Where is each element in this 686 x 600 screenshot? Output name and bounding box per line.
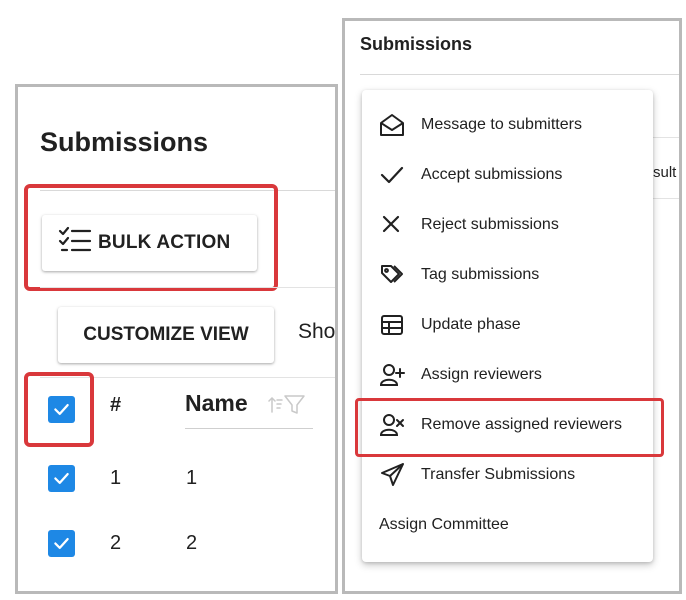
check-icon	[54, 537, 69, 550]
menu-item-transfer-submissions[interactable]: Transfer Submissions	[362, 450, 653, 500]
paper-plane-icon	[378, 461, 406, 489]
menu-item-assign-committee[interactable]: Assign Committee	[362, 500, 653, 550]
select-all-highlight	[24, 372, 94, 447]
bulk-action-highlight	[24, 184, 278, 291]
menu-item-label: Message to submitters	[421, 116, 582, 133]
close-icon	[378, 211, 406, 239]
menu-item-label: Transfer Submissions	[421, 466, 576, 483]
menu-item-label: Accept submissions	[421, 166, 563, 183]
row-name: 2	[186, 532, 198, 554]
row-number: 2	[110, 532, 122, 554]
remove-reviewers-highlight	[355, 398, 664, 457]
menu-item-label: Assign reviewers	[421, 366, 542, 383]
column-header-name[interactable]: Name	[185, 390, 248, 417]
title-divider	[360, 74, 679, 75]
tag-icon	[378, 261, 406, 289]
toolbar-divider	[40, 287, 335, 288]
left-panel: Submissions BULK ACTION CUSTOMIZE VIEW S…	[15, 84, 338, 594]
name-column-underline	[185, 428, 313, 429]
bulk-action-menu: Message to submitters Accept submissions…	[362, 90, 653, 562]
checkmark-icon	[378, 161, 406, 189]
background-text-fragment: sult	[653, 164, 677, 181]
table-icon	[378, 311, 406, 339]
sort-filter-icon[interactable]	[268, 392, 308, 416]
page-title: Submissions	[360, 34, 473, 54]
menu-item-label: Tag submissions	[421, 266, 540, 283]
column-header-number: #	[110, 394, 122, 416]
menu-item-message-submitters[interactable]: Message to submitters	[362, 100, 653, 150]
menu-item-tag-submissions[interactable]: Tag submissions	[362, 250, 653, 300]
row-name: 1	[186, 467, 198, 489]
menu-item-accept-submissions[interactable]: Accept submissions	[362, 150, 653, 200]
menu-item-assign-reviewers[interactable]: Assign reviewers	[362, 350, 653, 400]
row-checkbox[interactable]	[48, 530, 75, 557]
person-add-icon	[378, 361, 406, 389]
envelope-open-icon	[378, 111, 406, 139]
menu-item-label: Assign Committee	[379, 516, 509, 533]
page-title: Submissions	[40, 127, 209, 157]
menu-item-label: Reject submissions	[421, 216, 559, 233]
right-panel: Submissions sult Message to submitters A…	[342, 18, 682, 594]
check-icon	[54, 472, 69, 485]
show-label-fragment: Sho	[298, 320, 336, 343]
menu-item-label: Update phase	[421, 316, 521, 333]
customize-view-button[interactable]: CUSTOMIZE VIEW	[58, 307, 274, 363]
row-number: 1	[110, 467, 122, 489]
menu-item-reject-submissions[interactable]: Reject submissions	[362, 200, 653, 250]
menu-item-update-phase[interactable]: Update phase	[362, 300, 653, 350]
row-checkbox[interactable]	[48, 465, 75, 492]
